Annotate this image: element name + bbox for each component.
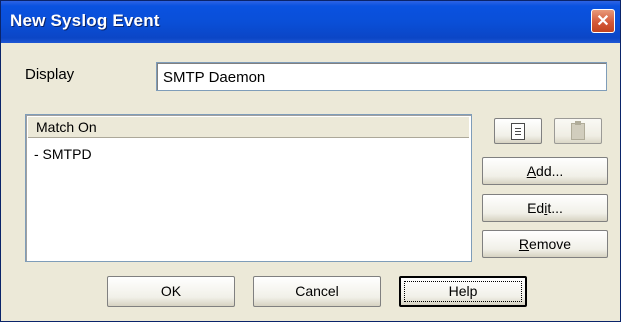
remove-button-mnemonic: R	[518, 236, 530, 252]
cancel-button-label: Cancel	[295, 283, 339, 299]
paste-icon	[571, 121, 585, 140]
window-title: New Syslog Event	[10, 11, 160, 30]
edit-button-label-prefix: Ed	[527, 200, 545, 216]
add-button-mnemonic: A	[526, 163, 537, 179]
ok-button-label: OK	[160, 283, 182, 299]
paste-button[interactable]	[554, 118, 602, 144]
help-button[interactable]: Help	[399, 276, 527, 307]
list-item[interactable]: - SMTPD	[34, 146, 92, 162]
remove-button[interactable]: Remove	[482, 230, 608, 258]
display-input[interactable]	[156, 62, 607, 91]
copy-button[interactable]	[494, 118, 542, 144]
close-icon: ✕	[596, 13, 610, 30]
edit-button[interactable]: Edit...	[482, 194, 608, 222]
ok-button[interactable]: OK	[107, 276, 235, 307]
add-button-label-suffix: dd...	[536, 163, 564, 179]
focus-rect	[404, 281, 522, 302]
cancel-button[interactable]: Cancel	[253, 276, 381, 307]
match-on-list[interactable]: Match On - SMTPD	[25, 114, 472, 262]
remove-button-label-suffix: emove	[529, 236, 572, 252]
display-label: Display	[25, 66, 75, 83]
dialog-window: New Syslog Event ✕ Display Match On - SM…	[0, 0, 621, 322]
close-button[interactable]: ✕	[591, 9, 615, 33]
edit-button-label-suffix: t...	[547, 200, 563, 216]
list-header-match-on[interactable]: Match On	[28, 117, 469, 138]
add-button[interactable]: Add...	[482, 157, 608, 185]
title-bar[interactable]: New Syslog Event ✕	[1, 1, 620, 43]
copy-icon	[511, 123, 525, 140]
